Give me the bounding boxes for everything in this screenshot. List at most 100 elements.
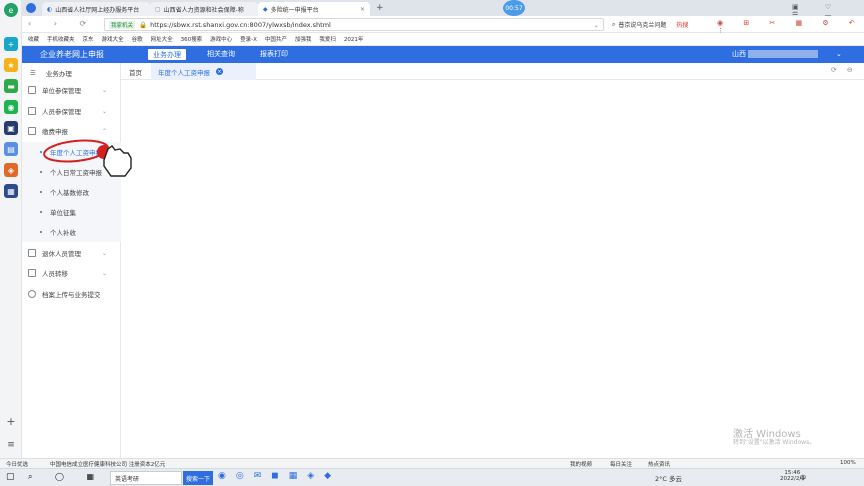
bullet-icon [40, 211, 42, 213]
nav-business[interactable]: 业务办理 [148, 49, 186, 60]
document-icon [28, 249, 36, 257]
nav-query[interactable]: 相关查询 [207, 49, 235, 59]
app-title: 企业养老网上申报 [40, 50, 104, 59]
browser-tab[interactable]: ▢ 山西省人力资源和社会保障-称 [150, 2, 258, 16]
hand-cursor-icon [103, 145, 132, 177]
bookmark-item[interactable]: 游戏中心 [210, 35, 232, 43]
add-icon[interactable]: + [4, 37, 18, 51]
subitem-base-modify[interactable]: 个人基数修改 [22, 182, 121, 202]
sidebar-item-label: 人员参保管理 [42, 108, 81, 116]
subitem-label: 单位征集 [50, 209, 76, 217]
hot-label: 热搜 [676, 22, 689, 29]
url-text: https://sbwx.rst.shanxi.gov.cn:8007/ylwx… [150, 20, 331, 29]
weather-text: 2°C 多云 [655, 475, 682, 483]
bookmark-item[interactable]: 京东 [83, 35, 94, 43]
tab-annual-wage[interactable]: 年度个人工资申报 × [151, 63, 256, 80]
sidebar-item-retiree[interactable]: 退休人员管理 ⌄ [22, 243, 121, 263]
user-name: 山西 [732, 50, 746, 58]
status-video[interactable]: 我的视频 [570, 460, 592, 468]
bookmark-item[interactable]: 游戏大全 [102, 35, 124, 43]
browser-tab-strip: ◐ 山西省人社厅网上经办服务平台 ▢ 山西省人力资源和社会保障-称 ◆ 多险统一… [22, 0, 864, 27]
app-header: 企业养老网上申报 业务办理 相关查询 报表打印 山西 ⌄ [22, 46, 864, 63]
chevron-down-icon: ⌄ [101, 86, 107, 94]
search-suggestion: 普京说乌克兰问题 [618, 22, 667, 29]
new-tab-icon[interactable]: + [376, 3, 384, 13]
browser-tab[interactable]: ◐ 山西省人社厅网上经办服务平台 [42, 2, 150, 16]
game-icon[interactable]: ▬ [4, 79, 18, 93]
bookmark-item[interactable]: 谷歌 [132, 35, 143, 43]
tab-title: 山西省人社厅网上经办服务平台 [55, 6, 140, 14]
url-input[interactable]: 我家机关 🔒 https://sbwx.rst.shanxi.gov.cn:80… [104, 18, 604, 31]
clock-date: 2022/2/9 [780, 476, 805, 482]
bookmarks-bar: 收藏 手机收藏夹 京东 游戏大全 谷歌 网址大全 360搜索 游戏中心 登录-X… [22, 33, 864, 46]
status-ad[interactable]: 中国电信成立医疗健康科技公司 注册资本2亿元 [50, 460, 165, 468]
media-icon[interactable]: ▦ [4, 184, 18, 198]
user-menu[interactable]: 山西 ⌄ [732, 49, 842, 59]
secure-badge: 我家机关 [109, 20, 136, 29]
bookmark-item[interactable]: 我爱扫 [319, 35, 336, 43]
chevron-down-icon: ⌄ [836, 50, 842, 58]
shop-icon[interactable]: ◈ [4, 163, 18, 177]
bookmark-item[interactable]: 360搜索 [181, 35, 203, 43]
close-icon[interactable]: × [216, 68, 223, 75]
document-icon [28, 127, 36, 135]
start-icon[interactable]: ▢ [6, 472, 15, 482]
document-icon [28, 269, 36, 277]
sidebar-item-label: 人员转移 [42, 270, 68, 278]
content-tab-bar: 首页 年度个人工资申报 × ⟳⊖ [121, 63, 864, 80]
bullet-icon [40, 231, 42, 233]
chevron-up-icon: ⌃ [101, 127, 107, 135]
taskbar-search[interactable]: 英语考研 [110, 471, 182, 485]
app-icon[interactable]: ▣ [4, 121, 18, 135]
subitem-personal-supplement[interactable]: 个人补收 [22, 222, 121, 242]
status-daily[interactable]: 每日关注 [610, 460, 632, 468]
search-button[interactable]: 搜索一下 [183, 471, 214, 485]
bookmark-item[interactable]: 登录-X [240, 35, 257, 43]
windows-taskbar: ▢ ⌕ ◯ ▦ ▣ 英语考研 搜索一下 ◉◎✉◼▦◈◆ 2°C 多云 中 15:… [0, 468, 864, 486]
bookmark-item[interactable]: 收藏 [28, 35, 39, 43]
dropdown-icon[interactable]: ⌄ [594, 21, 599, 29]
bookmark-item[interactable]: 手机收藏夹 [47, 35, 75, 43]
doc-icon[interactable]: ▤ [4, 142, 18, 156]
pinned-apps[interactable]: ◉◎✉◼▦◈◆ [218, 471, 341, 481]
chevron-down-icon: ⌄ [101, 107, 107, 115]
bookmark-item[interactable]: 中国共产 [265, 35, 287, 43]
tab-title: 多险统一申报平台 [270, 6, 319, 14]
menu-icon[interactable]: ≡ [4, 438, 18, 452]
sidebar: ☰ 业务办理 单位参保管理 ⌄ 人员参保管理 ⌄ 缴费申报 ⌃ 年度个人工资申报… [22, 63, 121, 458]
sidebar-item-transfer[interactable]: 人员转移 ⌄ [22, 263, 121, 283]
subitem-unit-collect[interactable]: 单位征集 [22, 202, 121, 222]
chat-icon[interactable]: ◉ [4, 100, 18, 114]
zoom-level[interactable]: 100% [840, 460, 856, 466]
browser-status-bar: 今日优选 中国电信成立医疗健康科技公司 注册资本2亿元 我的视频 每日关注 热点… [0, 458, 864, 468]
status-hot[interactable]: 热点资讯 [648, 460, 670, 468]
clock[interactable]: 15:46 2022/2/9 [780, 470, 805, 482]
document-icon [28, 86, 36, 94]
list-icon: ☰ [30, 69, 36, 77]
sidebar-item-archive-upload[interactable]: 档案上传与业务提交 [22, 284, 121, 304]
nav-print[interactable]: 报表打印 [260, 49, 288, 59]
status-left[interactable]: 今日优选 [6, 460, 28, 468]
bookmark-item[interactable]: 加强我 [295, 35, 312, 43]
history-icon[interactable] [26, 3, 36, 13]
sidebar-item-person-insurance[interactable]: 人员参保管理 ⌄ [22, 101, 121, 121]
bookmark-item[interactable]: 网址大全 [151, 35, 173, 43]
browser-tab-active[interactable]: ◆ 多险统一申报平台 × [258, 2, 370, 16]
tab-home[interactable]: 首页 [129, 67, 142, 77]
tab-favicon-icon: ◐ [47, 5, 53, 13]
bullet-icon [40, 191, 42, 193]
browser-logo-icon[interactable]: e [4, 3, 18, 17]
lock-icon: 🔒 [139, 20, 148, 29]
bookmark-item[interactable]: 2021年 [344, 35, 364, 43]
sidebar-item-unit-insurance[interactable]: 单位参保管理 ⌄ [22, 80, 121, 100]
sidebar-item-label: 单位参保管理 [42, 87, 81, 95]
refresh-icon[interactable]: ⟳⊖ [831, 66, 863, 74]
tab-label: 年度个人工资申报 [158, 68, 210, 77]
star-icon[interactable]: ★ [4, 58, 18, 72]
close-tab-icon[interactable]: × [360, 6, 365, 13]
sidebar-item-label: 退休人员管理 [42, 250, 81, 258]
activation-watermark-sub: 转到"设置"以激活 Windows。 [733, 439, 816, 446]
add-sidebar-icon[interactable]: + [4, 414, 18, 428]
sidebar-item-label: 档案上传与业务提交 [42, 291, 101, 299]
search-icon: ⌕ [612, 20, 616, 28]
